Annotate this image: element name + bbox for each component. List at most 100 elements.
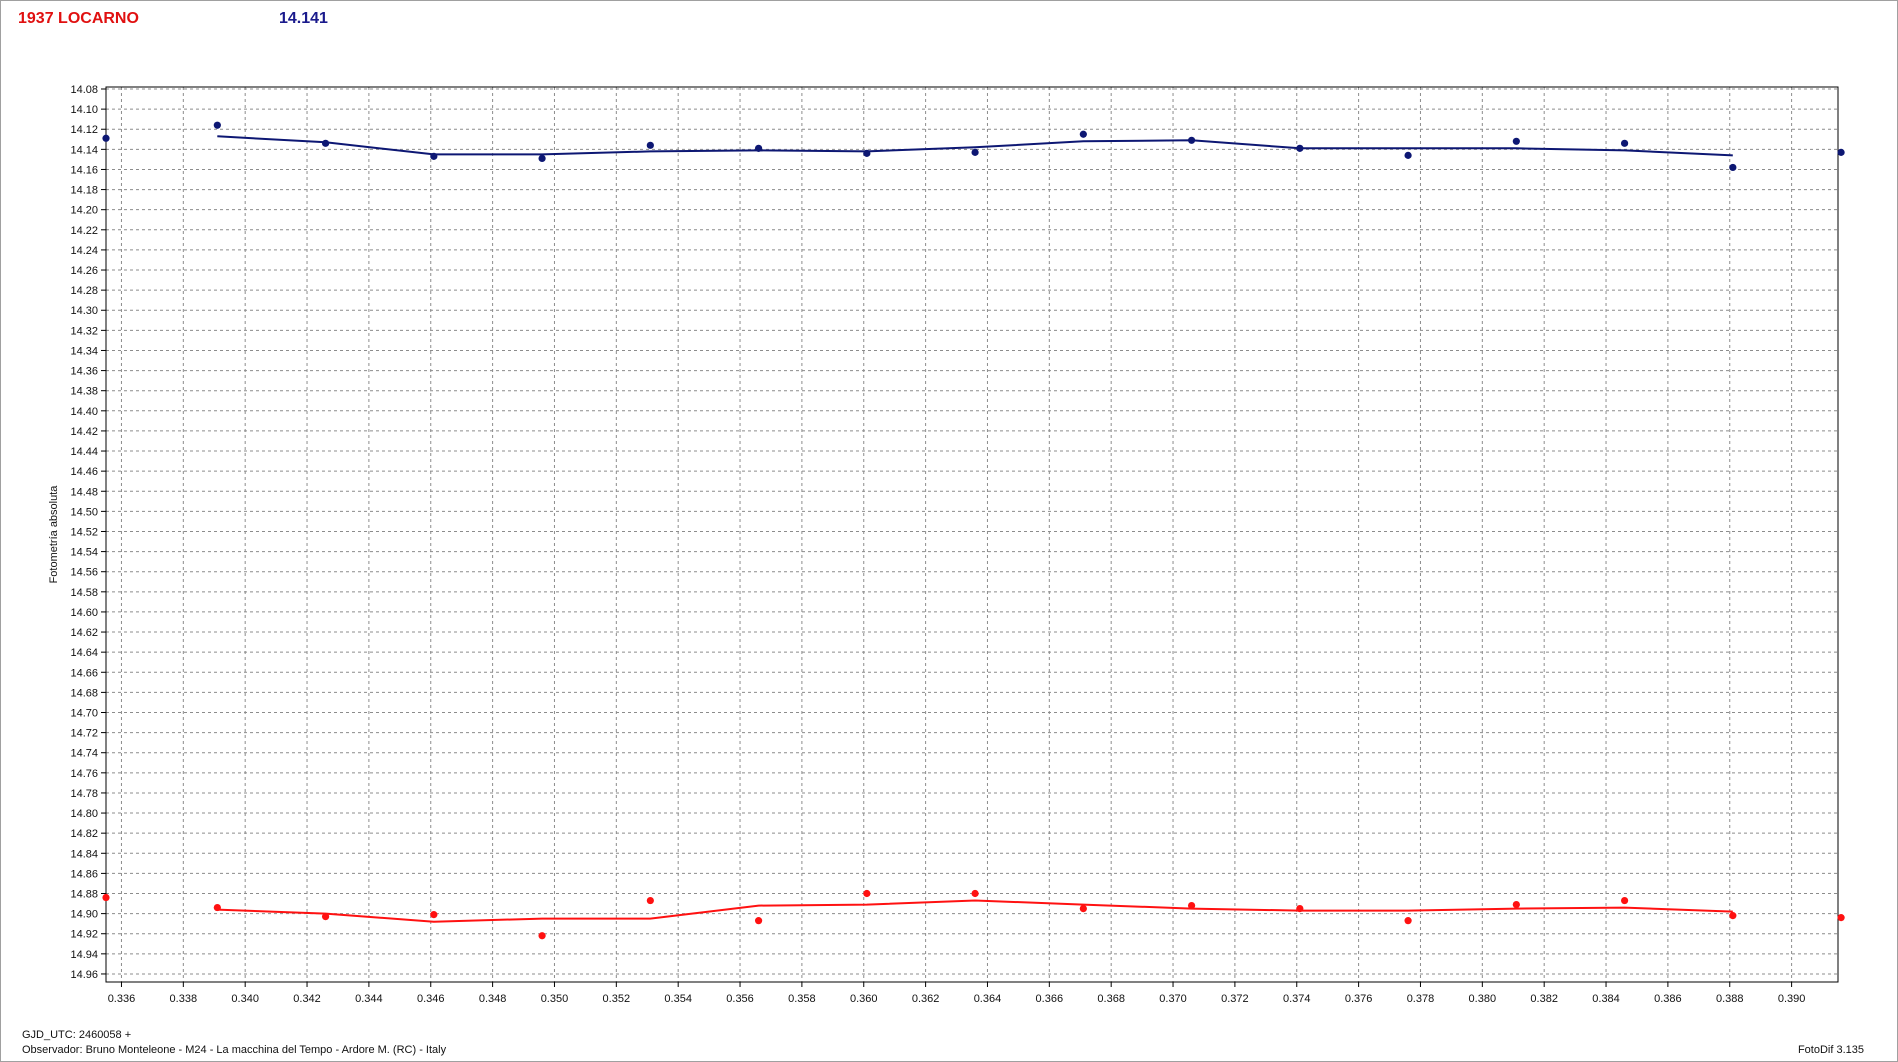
y-tick-label: 14.60: [70, 607, 98, 619]
data-point: [754, 144, 763, 152]
y-tick-label: 14.86: [70, 868, 98, 880]
data-point: [1187, 901, 1196, 910]
series-1: [102, 889, 1845, 940]
x-tick-label: 0.358: [788, 993, 816, 1005]
data-point: [321, 913, 330, 921]
y-tick-label: 14.36: [70, 366, 98, 378]
x-tick-label: 0.350: [541, 993, 569, 1005]
y-tick-label: 14.70: [70, 707, 98, 719]
x-tick-label: 0.336: [108, 993, 136, 1005]
y-tick-label: 14.08: [70, 84, 98, 96]
data-point: [754, 917, 763, 925]
grid: [106, 87, 1838, 982]
y-tick-label: 14.44: [70, 446, 98, 458]
chart: 14.08 14.10 14.12 14.14 14.16 14.18 14.20 14.22…: [48, 84, 1845, 1005]
x-tick-label: 0.346: [417, 993, 445, 1005]
data-point: [971, 889, 979, 898]
y-tick-label: 14.18: [70, 185, 98, 197]
data-point: [1837, 148, 1845, 156]
data-point: [1404, 151, 1412, 159]
y-tick-label: 14.14: [70, 144, 98, 156]
x-tick-label: 0.344: [355, 993, 383, 1005]
x-tick-label: 0.362: [912, 993, 940, 1005]
data-point: [430, 911, 438, 919]
x-tick-label: 0.342: [293, 993, 321, 1005]
data-point: [102, 893, 110, 902]
x-tick-label: 0.384: [1592, 993, 1620, 1005]
observer-label: Observador: Bruno Monteleone - M24 - La …: [22, 1044, 447, 1056]
x-tick-label: 0.372: [1221, 993, 1249, 1005]
y-tick-label: 14.88: [70, 889, 98, 901]
y-tick-label: 14.92: [70, 929, 98, 941]
data-point: [863, 149, 871, 157]
y-tick-label: 14.48: [70, 486, 98, 498]
y-tick-label: 14.24: [70, 245, 98, 257]
trend-line: [217, 899, 1733, 923]
x-tick-label: 0.366: [1036, 993, 1064, 1005]
data-point: [863, 889, 871, 898]
data-point: [321, 139, 330, 147]
data-point: [213, 903, 221, 912]
version-label: FotoDif 3.135: [1797, 1044, 1864, 1056]
y-tick-label: 14.32: [70, 325, 98, 337]
x-tick-label: 0.380: [1469, 993, 1497, 1005]
data-point: [1729, 912, 1737, 920]
x-tick-label: 0.376: [1345, 993, 1373, 1005]
y-tick-label: 14.74: [70, 748, 98, 760]
data-point: [1187, 136, 1196, 144]
y-tick-label: 14.94: [70, 949, 98, 961]
y-tick-label: 14.16: [70, 164, 98, 176]
x-tick-label: 0.348: [479, 993, 507, 1005]
y-tick-label: 14.68: [70, 687, 98, 699]
gjd-label: GJD_UTC: 2460058 +: [22, 1029, 132, 1041]
data-point: [102, 134, 110, 142]
data-point: [1404, 917, 1412, 925]
y-tick-label: 14.80: [70, 808, 98, 820]
data-point: [1837, 914, 1845, 922]
x-tick-label: 0.382: [1530, 993, 1558, 1005]
plot-area: [105, 86, 1839, 983]
x-tick-label: 0.378: [1407, 993, 1435, 1005]
x-tick-label: 0.368: [1097, 993, 1125, 1005]
data-point: [1620, 139, 1629, 147]
y-tick-label: 14.30: [70, 305, 98, 317]
y-tick-label: 14.72: [70, 728, 98, 740]
x-tick-label: 0.338: [170, 993, 198, 1005]
y-tick-label: 14.26: [70, 265, 98, 277]
y-tick-label: 14.58: [70, 587, 98, 599]
y-tick-label: 14.96: [70, 969, 98, 981]
data-point: [1620, 896, 1629, 905]
data-point: [646, 896, 654, 905]
data-point: [1079, 130, 1087, 138]
y-tick-label: 14.46: [70, 466, 98, 478]
series-layer: [102, 121, 1845, 940]
data-point: [646, 141, 654, 149]
data-point: [1296, 904, 1304, 913]
y-tick-label: 14.78: [70, 788, 98, 800]
data-point: [1729, 163, 1737, 172]
y-tick-label: 14.50: [70, 506, 98, 518]
x-tick-label: 0.352: [603, 993, 631, 1005]
y-tick-label: 14.76: [70, 768, 98, 780]
y-tick-label: 14.12: [70, 124, 98, 136]
x-tick-label: 0.386: [1654, 993, 1682, 1005]
data-point: [213, 121, 221, 129]
data-point: [430, 152, 438, 160]
y-tick-label: 14.42: [70, 426, 98, 438]
y-tick-label: 14.64: [70, 647, 98, 659]
y-tick-label: 14.90: [70, 909, 98, 921]
y-tick-label: 14.40: [70, 406, 98, 418]
y-axis-title: Fotometría absoluta: [48, 485, 60, 584]
x-tick-label: 0.364: [974, 993, 1002, 1005]
data-point: [538, 932, 546, 940]
y-tick-label: 14.56: [70, 567, 98, 579]
data-point: [971, 148, 979, 156]
y-tick-label: 14.66: [70, 667, 98, 679]
x-tick-label: 0.354: [664, 993, 692, 1005]
y-tick-label: 14.62: [70, 627, 98, 639]
y-tick-label: 14.10: [70, 104, 98, 116]
y-tick-label: 14.54: [70, 547, 98, 559]
x-tick-label: 0.340: [231, 993, 259, 1005]
data-point: [1512, 137, 1520, 145]
x-tick-label: 0.360: [850, 993, 878, 1005]
